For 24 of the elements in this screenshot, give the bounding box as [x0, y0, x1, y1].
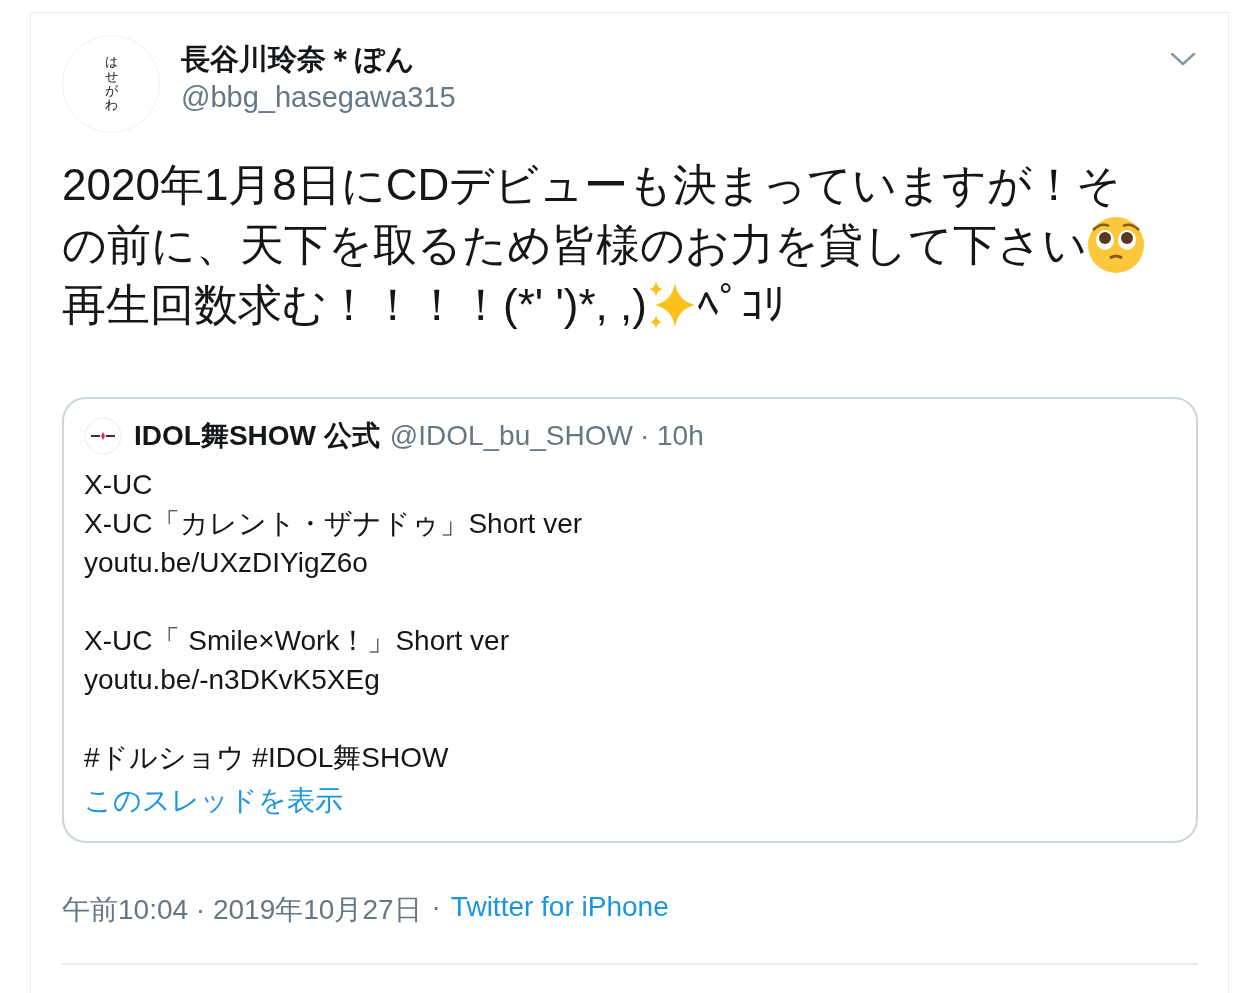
source-link[interactable]: Twitter for iPhone [450, 891, 669, 929]
logo-icon [84, 417, 122, 455]
separator-dot: · [431, 891, 441, 924]
tweet-text: 再生回数求む！！！！(*' ')*, ,) [62, 279, 647, 331]
avatar-text: はせがわ [104, 55, 118, 113]
chevron-down-icon [1170, 51, 1196, 67]
quoted-tweet-text: X-UC「 Smile×Work！」Short ver [84, 624, 510, 658]
quoted-tweet-text: youtu.be/-n3DKvK5XEg [84, 663, 381, 697]
quoted-tweet-text: youtu.be/UXzDIYigZ6o [84, 546, 369, 580]
quoted-tweet-text: X-UC [84, 468, 154, 502]
author-name[interactable]: 長谷川玲奈＊ぽん [181, 41, 1170, 77]
author-handle[interactable]: @bbg_hasegawa315 [181, 77, 1170, 117]
quoted-author-name: IDOL舞SHOW 公式 [134, 419, 380, 453]
quoted-tweet-card[interactable]: IDOL舞SHOW 公式 @IDOL_bu_SHOW · 10h X-UC X-UC「カレント・ザナドゥ」Short ver youtu.be/UXzDIYigZ6o X-UC「 Smile×Work！」Short ver youtu.be/-n3DKvK5XEg #ドルショウ #IDOL舞SHOW このスレッドを表示 [62, 397, 1198, 843]
quoted-tweet-time: · 10h [639, 420, 704, 452]
show-thread-link[interactable]: このスレッドを表示 [84, 785, 343, 816]
tweet-timestamp: 午前10:04 · 2019年10月27日 [62, 893, 422, 927]
tweet-text: 2020年1月8日にCDデビューも決まっていますが！そ [62, 159, 1122, 211]
quoted-tweet-text: #ドルショウ #IDOL舞SHOW [84, 741, 450, 775]
quoted-tweet-text: X-UC「カレント・ザナドゥ」Short ver [84, 507, 584, 541]
tweet-text: ﾍﾟｺﾘ [696, 279, 785, 331]
tweet-text: の前に、天下を取るため皆様のお力を貸して下さい [62, 219, 1087, 271]
quoted-author-handle: @IDOL_bu_SHOW [389, 420, 633, 452]
pleading-face-icon [1087, 216, 1145, 274]
